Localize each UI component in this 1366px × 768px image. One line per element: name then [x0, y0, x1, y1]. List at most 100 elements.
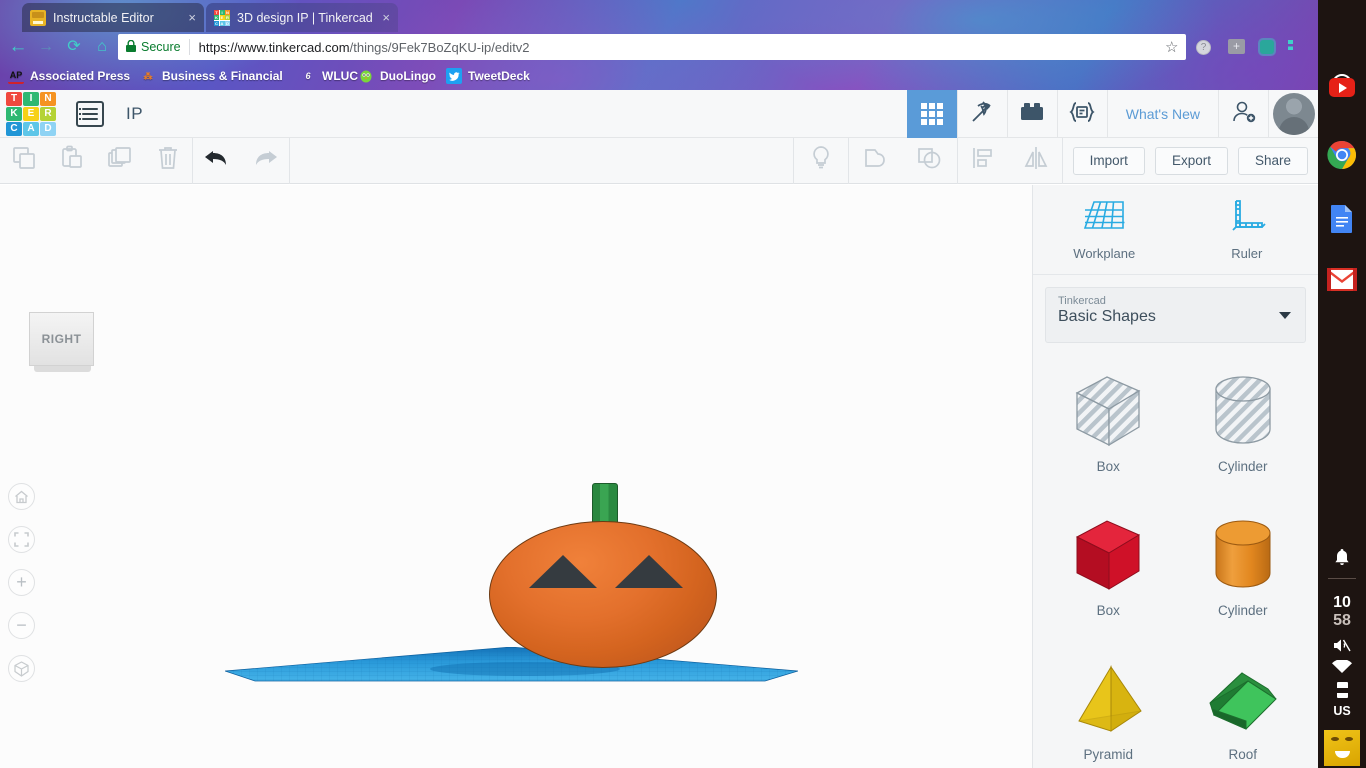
whats-new-link[interactable]: What's New	[1106, 90, 1218, 138]
codeblocks-button[interactable]	[956, 90, 1007, 138]
share-button[interactable]: Share	[1237, 146, 1308, 175]
copy-icon	[11, 145, 37, 176]
google-docs-icon[interactable]	[1318, 204, 1366, 234]
group-shapes-icon	[863, 146, 889, 175]
tab-close-icon[interactable]: ×	[182, 10, 196, 25]
avatar[interactable]	[1268, 90, 1318, 138]
panel-tools: Workplane Ruler	[1033, 185, 1318, 275]
battery-icon[interactable]	[1318, 682, 1366, 698]
teal-extension-icon[interactable]	[1260, 40, 1274, 54]
chevron-down-icon	[1279, 312, 1291, 319]
blocks-button[interactable]	[1006, 90, 1057, 138]
projection-toggle-button[interactable]	[8, 655, 35, 682]
app-header: T I N K E R C A D IP What's New	[0, 90, 1318, 138]
shape-cylinder-solid[interactable]: Cylinder	[1176, 503, 1311, 643]
clock: 10 58	[1318, 594, 1366, 630]
tab-title: Instructable Editor	[53, 10, 154, 25]
mirror-button[interactable]	[1010, 138, 1062, 184]
keyboard-layout[interactable]: US	[1318, 704, 1366, 718]
align-button[interactable]	[958, 138, 1010, 184]
tool-label: Ruler	[1231, 245, 1263, 261]
shape-roof[interactable]: Roof	[1176, 647, 1311, 768]
code-button[interactable]	[1056, 90, 1107, 138]
user-photo[interactable]	[1324, 730, 1360, 766]
sidebar-divider	[1328, 578, 1356, 579]
ruler-tool[interactable]: Ruler	[1176, 185, 1319, 274]
zoom-out-button[interactable]: −	[8, 612, 35, 639]
browser-tab-tinkercad[interactable]: TIN KER CAD 3D design IP | Tinkercad ×	[206, 3, 398, 32]
gmail-icon[interactable]	[1318, 268, 1366, 291]
shape-label: Cylinder	[1217, 459, 1268, 474]
add-person-button[interactable]	[1218, 90, 1268, 138]
pumpkin-model[interactable]	[489, 483, 717, 668]
bookmark-wluc[interactable]: 6 WLUC	[300, 66, 358, 86]
shape-cylinder-hole[interactable]: Cylinder	[1176, 359, 1311, 499]
address-bar[interactable]: Secure https://www.tinkercad.com /things…	[118, 34, 1186, 60]
group-button[interactable]	[849, 138, 903, 184]
help-extension-icon[interactable]: ?	[1196, 40, 1211, 55]
shape-label: Pyramid	[1083, 747, 1133, 762]
home-icon[interactable]: ⌂	[92, 37, 112, 57]
light-button[interactable]	[794, 138, 848, 184]
undo-button[interactable]	[193, 138, 241, 184]
tinkercad-logo[interactable]: T I N K E R C A D	[6, 91, 56, 136]
page-title[interactable]: IP	[126, 104, 143, 124]
copy-button[interactable]	[0, 138, 48, 184]
bookmark-label: WLUC	[322, 69, 358, 83]
bookmarks-bar: AP Associated Press ⁂ Business & Financi…	[0, 62, 1318, 90]
bookmark-tweetdeck[interactable]: TweetDeck	[446, 66, 530, 86]
mute-icon[interactable]	[1318, 638, 1366, 656]
toolbar-divider	[289, 137, 290, 184]
shape-label: Cylinder	[1217, 603, 1268, 618]
logo-letter: A	[23, 121, 39, 136]
workplane-grid-icon	[1082, 199, 1126, 240]
reload-icon[interactable]: ⟳	[64, 37, 84, 57]
zoom-in-button[interactable]: +	[8, 569, 35, 596]
redo-button[interactable]	[241, 138, 289, 184]
bookmark-star-icon[interactable]: ☆	[1165, 38, 1178, 56]
pumpkin-body	[489, 521, 717, 668]
add-person-icon	[1230, 100, 1258, 129]
ungroup-button[interactable]	[903, 138, 957, 184]
logo-letter: C	[6, 121, 22, 136]
menu-extension-icon[interactable]	[1288, 40, 1293, 54]
import-button[interactable]: Import	[1072, 146, 1145, 175]
shape-pyramid[interactable]: Pyramid	[1041, 647, 1176, 768]
back-icon[interactable]: ←	[8, 37, 28, 57]
chrome-icon[interactable]	[1318, 140, 1366, 170]
shape-list: Box Cylinder Box Cylinder Pyramid Roof	[1033, 355, 1318, 768]
url-domain: https://www.tinkercad.com	[198, 39, 350, 55]
paste-button[interactable]	[48, 138, 96, 184]
bookmark-duolingo[interactable]: DuoLingo	[358, 66, 436, 86]
bookmark-associated-press[interactable]: AP Associated Press	[8, 66, 130, 86]
duplicate-button[interactable]	[96, 138, 144, 184]
forward-icon[interactable]: →	[36, 37, 56, 57]
shape-box-hole[interactable]: Box	[1041, 359, 1176, 499]
shapes-panel: Workplane Ruler Tinkercad Basic Shapes B…	[1032, 185, 1318, 768]
plus-extension-icon[interactable]: +	[1228, 39, 1245, 54]
view-cube[interactable]: RIGHT	[29, 312, 94, 372]
tab-close-icon[interactable]: ×	[376, 10, 390, 25]
logo-letter: R	[40, 106, 56, 121]
fit-view-button[interactable]	[8, 526, 35, 553]
url-path: /things/9Fek7BoZqKU-ip/editv2	[349, 39, 530, 55]
grid-icon	[920, 103, 943, 125]
design-viewport[interactable]: RIGHT + −	[0, 185, 1032, 768]
bookmark-business-financial[interactable]: ⁂ Business & Financial	[140, 66, 283, 86]
bell-icon[interactable]	[1318, 548, 1366, 566]
logo-letter: N	[40, 91, 56, 106]
browser-tab-instructable[interactable]: Instructable Editor ×	[22, 3, 204, 32]
wifi-icon[interactable]	[1318, 660, 1366, 674]
home-view-button[interactable]	[8, 483, 35, 510]
delete-button[interactable]	[144, 138, 192, 184]
bookmark-label: DuoLingo	[380, 69, 436, 83]
logo-letter: K	[6, 106, 22, 121]
youtube-icon[interactable]	[1318, 78, 1366, 97]
export-button[interactable]: Export	[1154, 146, 1228, 175]
shape-library-dropdown[interactable]: Tinkercad Basic Shapes	[1045, 287, 1306, 343]
shape-box-solid[interactable]: Box	[1041, 503, 1176, 643]
designs-grid-button[interactable]	[906, 90, 957, 138]
shape-label: Box	[1096, 459, 1120, 474]
project-list-icon[interactable]	[76, 100, 104, 127]
workplane-tool[interactable]: Workplane	[1033, 185, 1176, 274]
